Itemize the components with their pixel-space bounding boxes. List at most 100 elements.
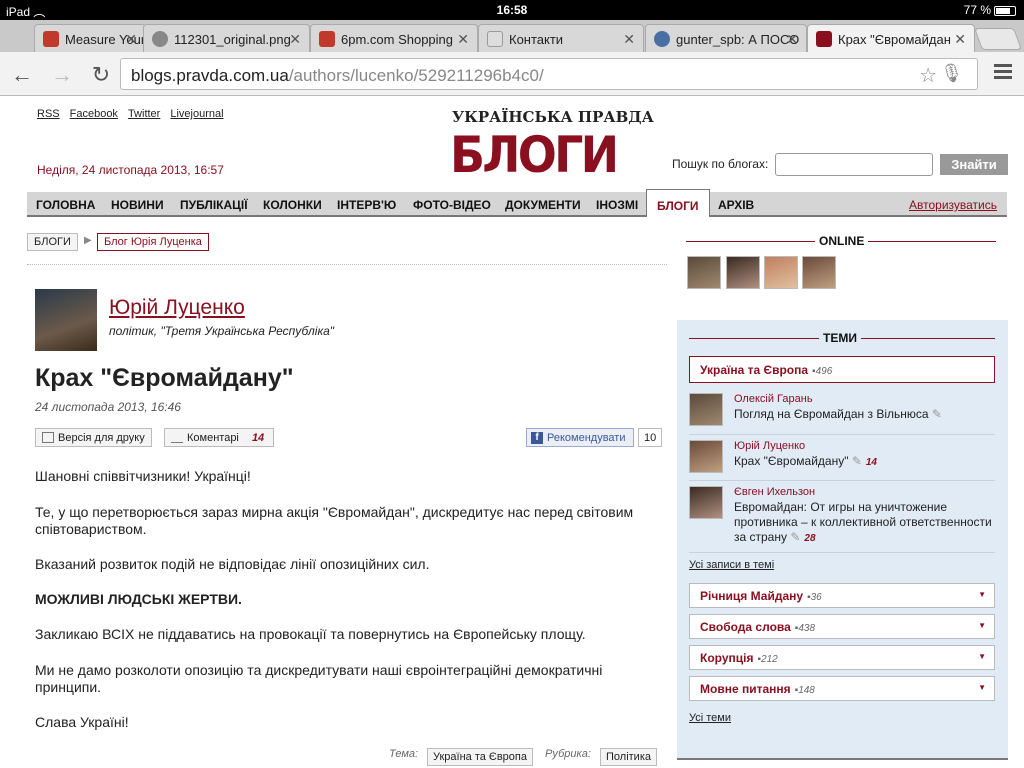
close-icon[interactable]: ✕ <box>786 31 798 48</box>
author-thumbnail <box>689 440 723 473</box>
theme-tag[interactable]: Україна та Європа <box>427 748 533 766</box>
topic-language-issue[interactable]: Мовне питання ▪148 ▼ <box>689 676 995 701</box>
topic-ukraine-europe[interactable]: Україна та Європа ▪496 <box>689 356 995 383</box>
nav-item-home[interactable]: ГОЛОВНА <box>36 198 95 212</box>
toolbar: ← → ↻ blogs.pravda.com.ua/authors/lucenk… <box>0 52 1024 96</box>
tab-6pm[interactable]: 6pm.com Shopping ✕ <box>310 24 478 52</box>
paragraph: Вказаний розвиток подій не відповідає лі… <box>35 556 430 572</box>
entry-author[interactable]: Юрій Луценко <box>734 440 805 452</box>
nav-item-interview[interactable]: ІНТЕРВ'Ю <box>337 198 396 212</box>
star-icon[interactable]: ☆ <box>919 63 937 88</box>
author-thumbnail <box>689 393 723 426</box>
topics-heading: ТЕМИ <box>819 331 861 345</box>
online-author-avatar[interactable] <box>726 256 760 289</box>
topic-freedom-of-speech[interactable]: Свобода слова ▪438 ▼ <box>689 614 995 639</box>
all-topic-entries-link[interactable]: Усі записи в темі <box>689 559 774 571</box>
nav-item-documents[interactable]: ДОКУМЕНТИ <box>505 198 581 212</box>
dropdown-icon[interactable]: ▼ <box>978 652 986 661</box>
author-role: політик, "Третя Українська Республіка" <box>109 324 335 338</box>
search-button[interactable]: Знайти <box>940 154 1008 175</box>
address-bar[interactable]: blogs.pravda.com.ua/authors/lucenko/5292… <box>120 58 978 90</box>
close-icon[interactable]: ✕ <box>954 31 966 48</box>
close-icon[interactable]: ✕ <box>457 31 469 48</box>
entry-title[interactable]: Евромайдан: От игры на уничтожение проти… <box>734 500 994 546</box>
favicon-icon <box>487 31 503 47</box>
nav-item-columns[interactable]: КОЛОНКИ <box>263 198 322 212</box>
microphone-icon[interactable]: 🎙 <box>940 63 963 84</box>
divider <box>689 552 995 553</box>
dropdown-icon[interactable]: ▼ <box>978 621 986 630</box>
facebook-count: 10 <box>638 428 662 447</box>
online-author-avatar[interactable] <box>764 256 798 289</box>
globe-icon <box>152 31 168 47</box>
tab-measure[interactable]: Measure Your ✕ <box>34 24 146 52</box>
facebook-link[interactable]: Facebook <box>70 108 118 120</box>
theme-label: Тема: <box>389 748 419 760</box>
dropdown-icon[interactable]: ▼ <box>978 683 986 692</box>
twitter-link[interactable]: Twitter <box>128 108 160 120</box>
divider <box>689 434 995 435</box>
tab-contacts[interactable]: Контакти ✕ <box>478 24 644 52</box>
clock: 16:58 <box>496 3 528 17</box>
print-version-button[interactable]: Версія для друку <box>35 428 152 447</box>
nav-item-archive[interactable]: АРХІВ <box>718 198 754 212</box>
status-bar: iPad ︵ 16:58 77 % <box>0 0 1024 20</box>
comment-count: ▪148 <box>794 685 815 696</box>
forward-icon[interactable]: → <box>50 62 74 88</box>
nav-item-photo-video[interactable]: ФОТО-ВІДЕО <box>413 198 491 212</box>
online-heading: ONLINE <box>815 234 869 248</box>
paragraph: Слава Україні! <box>35 714 129 730</box>
topic-maidan-anniversary[interactable]: Річниця Майдану ▪36 ▼ <box>689 583 995 608</box>
author-name-link[interactable]: Юрій Луценко <box>109 296 245 320</box>
chevron-right-icon: ▶ <box>84 235 92 246</box>
facebook-recommend-button[interactable]: f Рекомендувати <box>526 428 634 447</box>
printer-icon <box>42 432 54 443</box>
comment-count: 14 <box>865 457 877 468</box>
author-avatar[interactable] <box>35 289 97 351</box>
nav-item-foreign-media[interactable]: ІНОЗМІ <box>596 198 638 212</box>
nav-item-publications[interactable]: ПУБЛІКАЦІЇ <box>180 198 248 212</box>
favicon-icon <box>816 31 832 47</box>
search-input[interactable] <box>775 153 933 176</box>
back-icon[interactable]: ← <box>10 62 34 88</box>
rss-link[interactable]: RSS <box>37 108 60 120</box>
nav-item-blogs[interactable]: БЛОГИ <box>646 189 710 217</box>
close-icon[interactable]: ✕ <box>125 31 137 48</box>
user-icon <box>654 31 670 47</box>
all-topics-link[interactable]: Усі теми <box>689 712 731 724</box>
entry-author[interactable]: Олексій Гарань <box>734 393 813 405</box>
online-author-avatar[interactable] <box>802 256 836 289</box>
logo-main[interactable]: БЛОГИ <box>450 126 619 184</box>
rubric-tag[interactable]: Політика <box>600 748 657 766</box>
menu-icon[interactable] <box>994 64 1012 82</box>
paragraph: Шановні співвітчизники! Українці! <box>35 468 251 484</box>
nav-item-news[interactable]: НОВИНИ <box>111 198 164 212</box>
tab-image[interactable]: 112301_original.png ✕ <box>143 24 310 52</box>
reload-icon[interactable]: ↻ <box>89 62 113 88</box>
comments-button[interactable]: Коментарі 14 <box>164 428 274 447</box>
comments-count: 14 <box>251 432 265 444</box>
entry-title[interactable]: Крах "Євромайдану" ✎ 14 <box>734 454 994 470</box>
livejournal-link[interactable]: Livejournal <box>170 108 223 120</box>
comment-count: ▪496 <box>812 366 833 377</box>
new-tab-button[interactable] <box>973 28 1023 50</box>
entry-author[interactable]: Євген Ихельзон <box>734 486 815 498</box>
divider <box>27 264 667 265</box>
online-author-avatar[interactable] <box>687 256 721 289</box>
close-icon[interactable]: ✕ <box>289 31 301 48</box>
breadcrumb-author-blog[interactable]: Блог Юрія Луценка <box>97 233 209 251</box>
paragraph: МОЖЛИВІ ЛЮДСЬКІ ЖЕРТВИ. <box>35 591 242 607</box>
topic-corruption[interactable]: Корупція ▪212 ▼ <box>689 645 995 670</box>
tab-gunter[interactable]: gunter_spb: А ПОСО ✕ <box>645 24 807 52</box>
logo-top[interactable]: УКРАЇНСЬКА ПРАВДА <box>452 108 654 126</box>
login-link[interactable]: Авторизуватись <box>909 198 997 212</box>
battery-status: 77 % <box>964 3 1016 17</box>
favicon-icon <box>43 31 59 47</box>
social-links: RSS Facebook Twitter Livejournal <box>37 108 234 120</box>
tab-current[interactable]: Крах "Євромайдан ✕ <box>807 24 975 53</box>
entry-title[interactable]: Погляд на Євромайдан з Вільнюса ✎ <box>734 407 994 422</box>
dropdown-icon[interactable]: ▼ <box>978 590 986 599</box>
breadcrumb-blogs[interactable]: БЛОГИ <box>27 233 78 251</box>
close-icon[interactable]: ✕ <box>623 31 635 48</box>
battery-icon <box>994 5 1016 16</box>
